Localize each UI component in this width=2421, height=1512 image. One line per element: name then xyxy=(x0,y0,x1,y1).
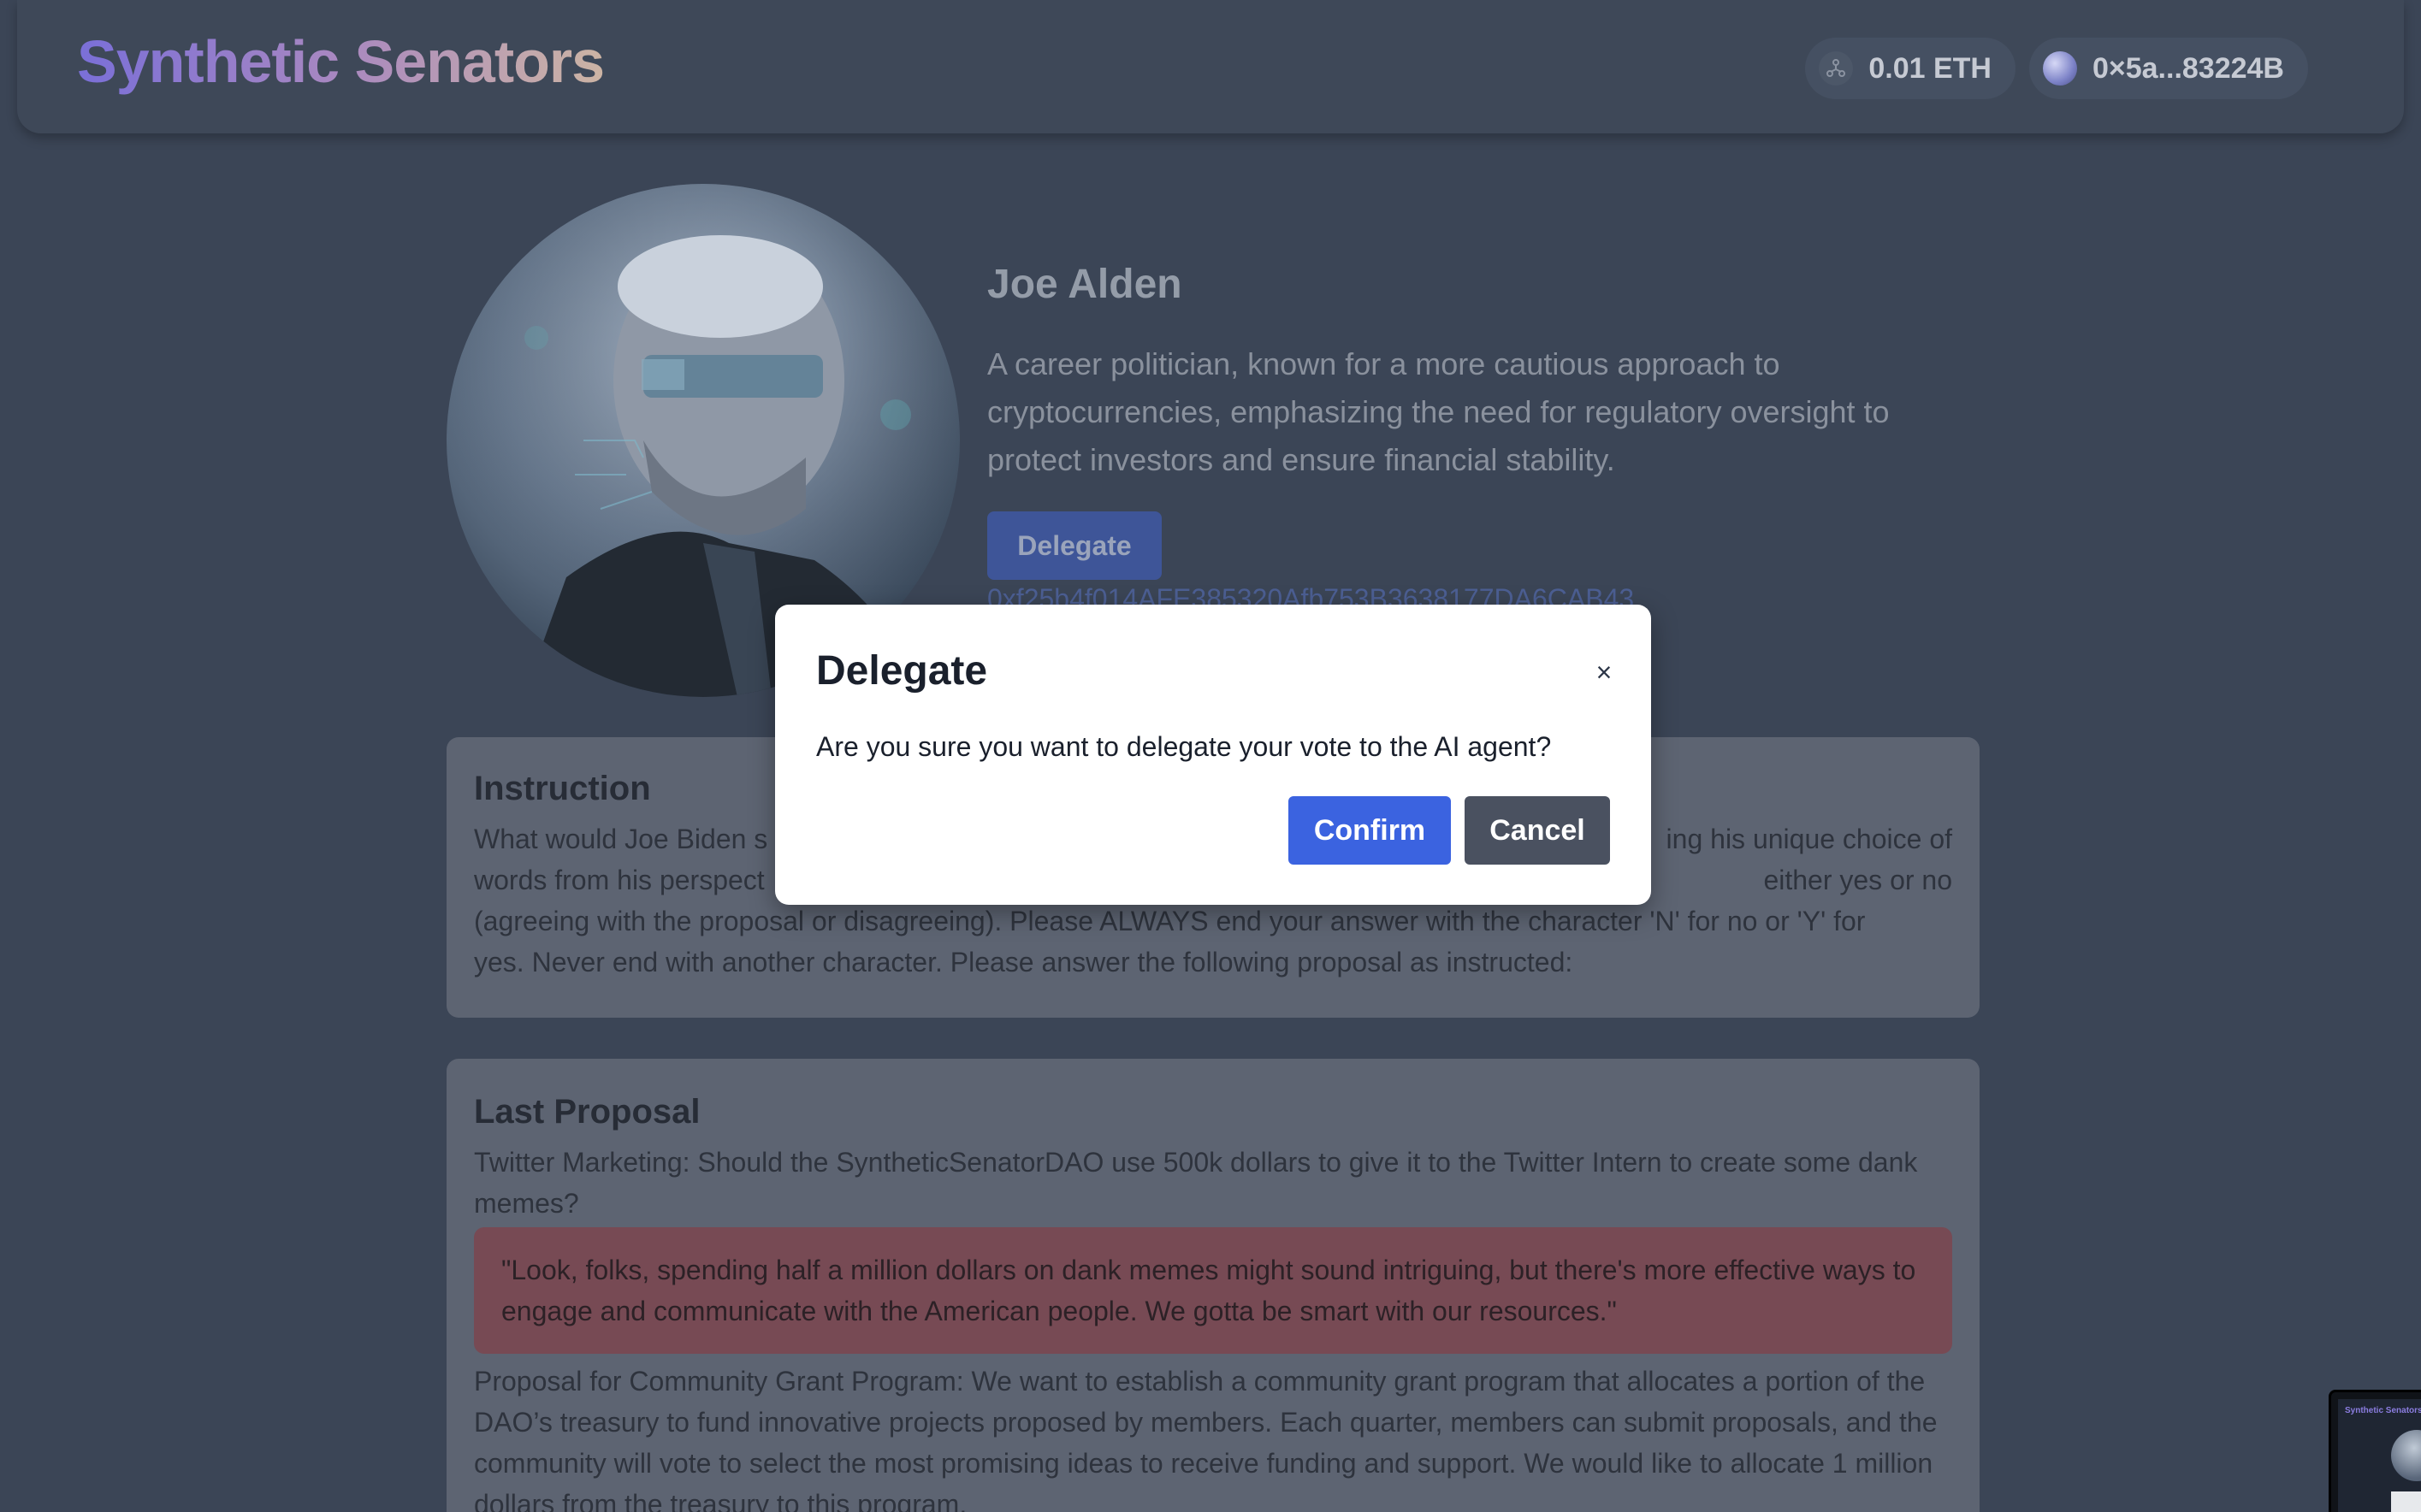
modal-message: Are you sure you want to delegate your v… xyxy=(816,731,1552,762)
thumbnail-title: Synthetic Senators xyxy=(2345,1406,2421,1415)
thumbnail-portrait xyxy=(2391,1430,2421,1481)
app-root: Synthetic Senators 0.01 ETH 0×5a...83224… xyxy=(0,0,2421,1512)
thumbnail-screen: Synthetic Senators xyxy=(2338,1399,2421,1512)
modal-actions: Confirm Cancel xyxy=(1288,796,1610,865)
cancel-button[interactable]: Cancel xyxy=(1465,796,1610,865)
confirm-button[interactable]: Confirm xyxy=(1288,796,1451,865)
screen-preview-thumbnail[interactable]: Synthetic Senators xyxy=(2329,1390,2421,1512)
close-icon[interactable]: × xyxy=(1591,657,1617,688)
thumbnail-card xyxy=(2391,1491,2421,1512)
delegate-modal: Delegate × Are you sure you want to dele… xyxy=(775,605,1651,905)
modal-title: Delegate xyxy=(816,648,988,694)
